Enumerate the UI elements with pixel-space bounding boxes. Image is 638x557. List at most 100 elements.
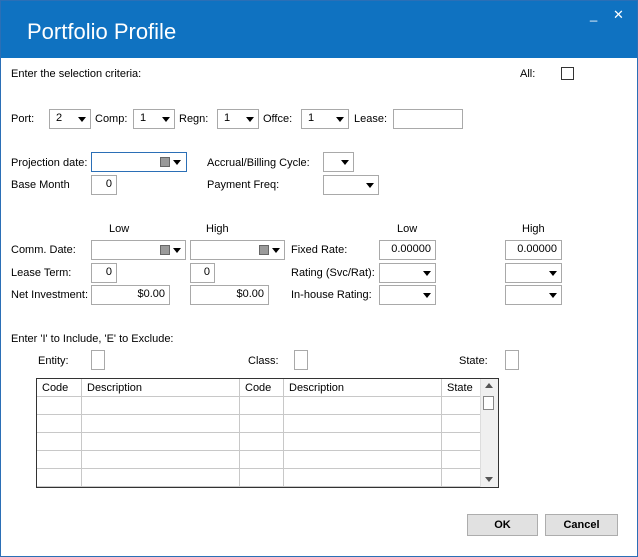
column-header-state[interactable]: State — [442, 379, 481, 397]
table-cell[interactable] — [82, 469, 240, 487]
all-checkbox[interactable] — [561, 67, 574, 80]
net-investment-high-value: $0.00 — [236, 288, 264, 300]
comm-date-low-picker[interactable] — [91, 240, 186, 260]
table-cell[interactable] — [37, 397, 82, 415]
payment-freq-label: Payment Freq: — [207, 179, 280, 191]
lease-term-low-input[interactable]: 0 — [91, 263, 117, 283]
state-input[interactable] — [505, 350, 519, 370]
code-description-table[interactable]: Code Description Code Description State — [36, 378, 499, 488]
table-cell[interactable] — [82, 415, 240, 433]
lease-label: Lease: — [354, 113, 388, 125]
calendar-icon — [259, 245, 269, 255]
offce-dropdown[interactable]: 1 — [301, 109, 349, 129]
table-cell[interactable] — [37, 433, 82, 451]
calendar-icon — [160, 157, 170, 167]
table-cell[interactable] — [37, 415, 82, 433]
column-header-code-2[interactable]: Code — [240, 379, 284, 397]
table-cell[interactable] — [240, 415, 284, 433]
lease-term-label: Lease Term: — [11, 267, 72, 279]
table-cell[interactable] — [284, 451, 442, 469]
fixed-rate-low-value: 0.00000 — [391, 243, 431, 255]
table-cell[interactable] — [82, 451, 240, 469]
offce-value: 1 — [308, 112, 315, 124]
net-investment-low-input[interactable]: $0.00 — [91, 285, 170, 305]
chevron-down-icon — [78, 117, 86, 122]
rating-label: Rating (Svc/Rat): — [291, 267, 375, 279]
chevron-down-icon — [341, 160, 349, 165]
projection-date-picker[interactable] — [91, 152, 187, 172]
minimize-button[interactable]: _ — [590, 7, 597, 22]
lease-input[interactable] — [393, 109, 463, 129]
table-cell[interactable] — [284, 469, 442, 487]
inhouse-rating-high-dropdown[interactable] — [505, 285, 562, 305]
scroll-thumb[interactable] — [483, 396, 494, 410]
payment-freq-dropdown[interactable] — [323, 175, 379, 195]
column-header-code[interactable]: Code — [37, 379, 82, 397]
accrual-billing-cycle-dropdown[interactable] — [323, 152, 354, 172]
projection-date-label: Projection date: — [11, 157, 88, 169]
scroll-up-icon[interactable] — [485, 383, 493, 388]
cancel-button[interactable]: Cancel — [545, 514, 618, 536]
table-cell[interactable] — [442, 469, 481, 487]
entity-input[interactable] — [91, 350, 105, 370]
base-month-label: Base Month — [11, 179, 70, 191]
column-header-description-2[interactable]: Description — [284, 379, 442, 397]
comp-value: 1 — [140, 112, 147, 124]
fixed-rate-low-input[interactable]: 0.00000 — [379, 240, 436, 260]
net-investment-low-value: $0.00 — [137, 288, 165, 300]
port-dropdown[interactable]: 2 — [49, 109, 91, 129]
table-cell[interactable] — [284, 433, 442, 451]
regn-dropdown[interactable]: 1 — [217, 109, 259, 129]
table-cell[interactable] — [82, 433, 240, 451]
table-cell[interactable] — [442, 397, 481, 415]
ok-button[interactable]: OK — [467, 514, 538, 536]
chevron-down-icon — [549, 293, 557, 298]
table-cell[interactable] — [82, 397, 240, 415]
comp-label: Comp: — [95, 113, 128, 125]
inhouse-rating-low-dropdown[interactable] — [379, 285, 436, 305]
table-cell[interactable] — [284, 397, 442, 415]
column-header-description[interactable]: Description — [82, 379, 240, 397]
vertical-scrollbar[interactable] — [480, 379, 498, 487]
calendar-icon — [160, 245, 170, 255]
table-cell[interactable] — [442, 433, 481, 451]
window-title: Portfolio Profile — [27, 19, 177, 44]
base-month-input[interactable]: 0 — [91, 175, 117, 195]
scroll-down-icon[interactable] — [485, 477, 493, 482]
table-cell[interactable] — [284, 415, 442, 433]
table-cell[interactable] — [442, 451, 481, 469]
net-investment-high-input[interactable]: $0.00 — [190, 285, 269, 305]
chevron-down-icon — [423, 271, 431, 276]
comm-date-high-picker[interactable] — [190, 240, 285, 260]
rating-high-dropdown[interactable] — [505, 263, 562, 283]
chevron-down-icon — [336, 117, 344, 122]
net-investment-label: Net Investment: — [11, 289, 89, 301]
table-cell[interactable] — [37, 469, 82, 487]
table-cell[interactable] — [240, 451, 284, 469]
portfolio-profile-window: Portfolio Profile _ ✕ Enter the selectio… — [0, 0, 638, 557]
table-cell[interactable] — [240, 397, 284, 415]
fixed-rate-high-input[interactable]: 0.00000 — [505, 240, 562, 260]
low-header-2: Low — [397, 223, 418, 235]
port-label: Port: — [11, 113, 35, 125]
table-cell[interactable] — [240, 469, 284, 487]
lease-term-low-value: 0 — [105, 266, 112, 278]
rating-low-dropdown[interactable] — [379, 263, 436, 283]
chevron-down-icon — [162, 117, 170, 122]
offce-label: Offce: — [263, 113, 293, 125]
state-label: State: — [459, 355, 488, 367]
close-button[interactable]: ✕ — [613, 7, 624, 23]
base-month-value: 0 — [105, 178, 112, 190]
title-bar: Portfolio Profile _ ✕ — [1, 1, 637, 58]
class-input[interactable] — [294, 350, 308, 370]
table-cell[interactable] — [442, 415, 481, 433]
table-cell[interactable] — [37, 451, 82, 469]
high-header-2: High — [522, 223, 545, 235]
accrual-billing-cycle-label: Accrual/Billing Cycle: — [207, 157, 310, 169]
chevron-down-icon — [423, 293, 431, 298]
table-cell[interactable] — [240, 433, 284, 451]
chevron-down-icon — [173, 248, 181, 253]
lease-term-high-input[interactable]: 0 — [190, 263, 215, 283]
comp-dropdown[interactable]: 1 — [133, 109, 175, 129]
inhouse-rating-label: In-house Rating: — [291, 289, 372, 301]
